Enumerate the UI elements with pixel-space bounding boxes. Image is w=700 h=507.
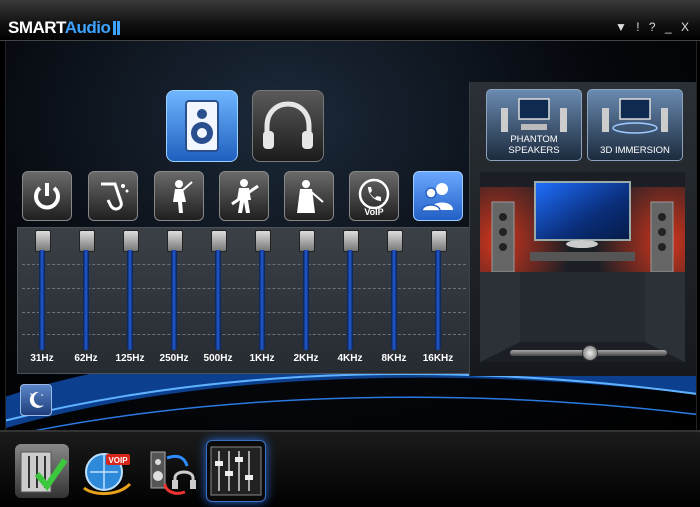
menu-dropdown-button[interactable]: ▼ bbox=[615, 20, 630, 34]
eq-slider-thumb[interactable] bbox=[343, 230, 359, 252]
eq-slider-thumb[interactable] bbox=[167, 230, 183, 252]
eq-band-250hz[interactable]: 250Hz bbox=[154, 228, 194, 373]
eq-band-500hz[interactable]: 500Hz bbox=[198, 228, 238, 373]
eq-slider-track[interactable] bbox=[171, 250, 177, 350]
equalizer-panel: 31Hz 62Hz 125Hz 250Hz 500Hz 1KHz 2KHz 4K… bbox=[17, 227, 471, 374]
voip-globe-icon: VOIP bbox=[83, 453, 132, 495]
guitarist-icon bbox=[231, 179, 259, 213]
app-window: SMARTAudio ▼ ! ? _ X VoIP 31Hz 62Hz 125H… bbox=[0, 0, 700, 507]
home-theater-preview bbox=[480, 172, 685, 362]
eq-band-125hz[interactable]: 125Hz bbox=[110, 228, 150, 373]
equalizer-icon bbox=[210, 446, 262, 496]
balance-slider-knob[interactable] bbox=[581, 345, 598, 361]
eq-slider-thumb[interactable] bbox=[35, 230, 51, 252]
preset-jazz-button[interactable] bbox=[88, 171, 138, 221]
power-icon bbox=[34, 183, 60, 210]
alert-button[interactable]: ! bbox=[636, 20, 642, 34]
main-panel: VoIP 31Hz 62Hz 125Hz 250Hz 500Hz 1KHz 2K… bbox=[5, 41, 697, 430]
preset-voip-button[interactable]: VoIP bbox=[349, 171, 399, 221]
eq-slider-thumb[interactable] bbox=[211, 230, 227, 252]
eq-slider-track[interactable] bbox=[347, 250, 353, 350]
eq-band-8khz[interactable]: 8KHz bbox=[374, 228, 414, 373]
eq-slider-thumb[interactable] bbox=[255, 230, 271, 252]
saxophone-icon bbox=[101, 182, 129, 211]
minimize-button[interactable]: _ bbox=[665, 20, 675, 34]
phantom-speakers-icon bbox=[501, 98, 567, 132]
effects-panel: PHANTOM SPEAKERS 3D IMMERSION bbox=[469, 82, 696, 376]
users-icon bbox=[421, 183, 453, 212]
eq-band-label: 16KHz bbox=[422, 353, 454, 364]
tab-voip[interactable]: VOIP bbox=[80, 444, 134, 498]
tab-equalizer[interactable] bbox=[206, 440, 266, 502]
voip-tab-badge: VOIP bbox=[108, 456, 128, 465]
speaker-device-button[interactable] bbox=[166, 90, 238, 162]
preset-rock-button[interactable] bbox=[219, 171, 269, 221]
eq-slider-track[interactable] bbox=[83, 250, 89, 350]
eq-band-16khz[interactable]: 16KHz bbox=[418, 228, 458, 373]
3d-immersion-button[interactable]: 3D IMMERSION bbox=[587, 89, 683, 161]
eq-band-62hz[interactable]: 62Hz bbox=[66, 228, 106, 373]
preset-users-button[interactable] bbox=[413, 171, 463, 221]
close-button[interactable]: X bbox=[681, 20, 692, 34]
phantom-speakers-label: PHANTOM SPEAKERS bbox=[508, 134, 560, 156]
logo-bars-icon bbox=[113, 20, 121, 40]
eq-slider-thumb[interactable] bbox=[123, 230, 139, 252]
tab-mixer[interactable] bbox=[15, 444, 69, 498]
tab-device-switch[interactable] bbox=[145, 444, 199, 498]
eq-slider-thumb[interactable] bbox=[79, 230, 95, 252]
eq-band-1khz[interactable]: 1KHz bbox=[242, 228, 282, 373]
eq-slider-track[interactable] bbox=[127, 250, 133, 350]
speaker-headphone-switch-icon bbox=[150, 451, 196, 495]
app-logo: SMARTAudio bbox=[8, 18, 121, 40]
headphone-icon bbox=[263, 101, 313, 149]
window-controls: ▼ ! ? _ X bbox=[615, 20, 692, 34]
singer-icon bbox=[173, 180, 193, 213]
moon-icon bbox=[29, 391, 44, 408]
phantom-speakers-button[interactable]: PHANTOM SPEAKERS bbox=[486, 89, 582, 161]
eq-slider-thumb[interactable] bbox=[387, 230, 403, 252]
eq-band-4khz[interactable]: 4KHz bbox=[330, 228, 370, 373]
bottom-tab-bar: VOIP bbox=[0, 430, 700, 507]
preset-power-button[interactable] bbox=[22, 171, 72, 221]
3d-immersion-icon bbox=[602, 98, 668, 134]
brand-smart: SMART bbox=[8, 18, 65, 37]
preset-classical-button[interactable] bbox=[284, 171, 334, 221]
eq-slider-track[interactable] bbox=[39, 250, 45, 350]
eq-slider-track[interactable] bbox=[303, 250, 309, 350]
voip-icon: VoIP bbox=[358, 178, 390, 216]
brand-audio: Audio bbox=[64, 18, 111, 37]
eq-band-31hz[interactable]: 31Hz bbox=[22, 228, 62, 373]
title-bar[interactable]: SMARTAudio ▼ ! ? _ X bbox=[0, 0, 700, 41]
eq-slider-track[interactable] bbox=[259, 250, 265, 350]
eq-slider-track[interactable] bbox=[215, 250, 221, 350]
violinist-icon bbox=[297, 180, 324, 213]
night-mode-button[interactable] bbox=[20, 384, 52, 416]
help-button[interactable]: ? bbox=[649, 20, 659, 34]
headphone-device-button[interactable] bbox=[252, 90, 324, 162]
eq-slider-thumb[interactable] bbox=[431, 230, 447, 252]
eq-band-2khz[interactable]: 2KHz bbox=[286, 228, 326, 373]
3d-immersion-label: 3D IMMERSION bbox=[600, 145, 670, 156]
eq-slider-track[interactable] bbox=[435, 250, 441, 350]
speaker-icon bbox=[185, 100, 219, 152]
eq-slider-thumb[interactable] bbox=[299, 230, 315, 252]
eq-slider-track[interactable] bbox=[391, 250, 397, 350]
preset-pop-button[interactable] bbox=[154, 171, 204, 221]
voip-preset-label: VoIP bbox=[364, 207, 383, 216]
mixer-check-icon bbox=[20, 451, 68, 493]
